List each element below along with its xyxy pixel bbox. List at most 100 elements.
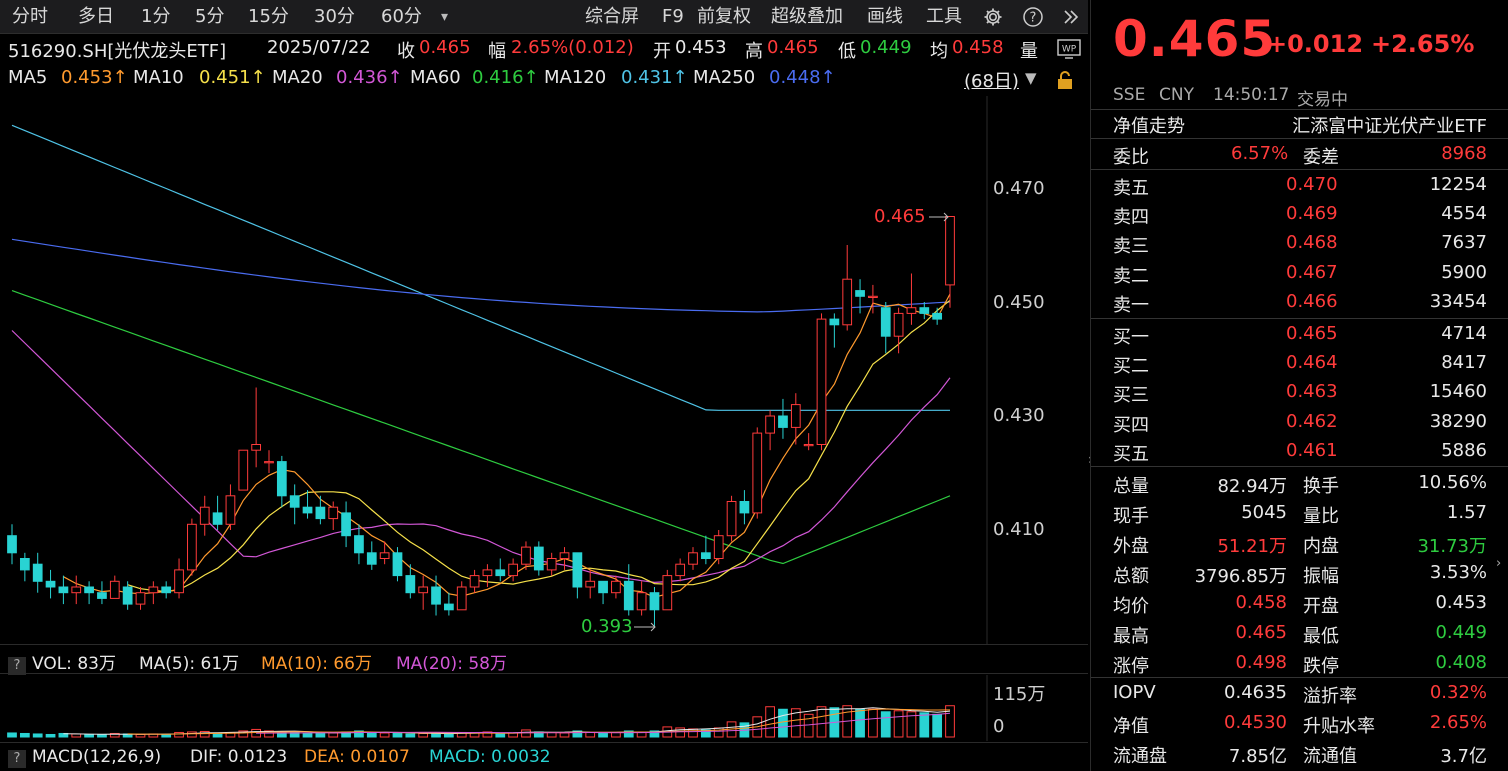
candlestick [688, 547, 698, 570]
volume-bar [187, 731, 197, 738]
period-tab-30min[interactable]: 30分 [314, 0, 355, 34]
volume-bar [713, 727, 724, 738]
stat-value: 3.53% [1429, 562, 1487, 583]
orderbook-row[interactable]: 买三 0.463 15460 [1091, 378, 1508, 407]
candlestick [289, 484, 300, 525]
period-tab-1min[interactable]: 1分 [141, 0, 170, 34]
period-tab-60min[interactable]: 60分 [381, 0, 422, 34]
chart-panel: 分时 多日 1分 5分 15分 30分 60分 ▾ 综合屏 F9 前复权 超级叠… [0, 0, 1088, 771]
range-value: 2.65%(0.012) [511, 37, 634, 58]
high-marker-arrow [929, 212, 949, 222]
help-icon[interactable]: ? [1020, 5, 1046, 29]
ma250-line [11, 238, 951, 313]
stat-label: 开盘 [1303, 596, 1339, 617]
stat-value: 5045 [1241, 502, 1287, 523]
stat-label: 涨停 [1113, 656, 1149, 677]
candlestick [713, 530, 724, 565]
quote-time: 14:50:17 [1213, 85, 1290, 105]
super-overlay-button[interactable]: 超级叠加 [771, 0, 843, 34]
nav-trend-label[interactable]: 净值走势 [1113, 112, 1185, 138]
stat-label: 均价 [1113, 596, 1149, 617]
orderbook-volume: 4554 [1441, 203, 1487, 225]
f9-button[interactable]: F9 [662, 0, 684, 34]
macd-legend-bar: ? MACD(12,26,9) DIF: 0.0123 DEA: 0.0107 M… [0, 742, 1088, 771]
volume-chart[interactable] [0, 675, 1088, 741]
tools-button[interactable]: 工具 [926, 0, 962, 34]
draw-line-button[interactable]: 画线 [867, 0, 903, 34]
orderbook-row[interactable]: 买五 0.461 5886 [1091, 437, 1508, 466]
volume-bar [495, 732, 506, 738]
ma60-value: 0.416↑ [472, 67, 539, 88]
stat-value: 0.453 [1435, 592, 1487, 613]
candlestick [45, 569, 56, 599]
macd-label: MACD(12,26,9) [32, 747, 162, 767]
orderbook-row[interactable]: 卖一 0.466 33454 [1091, 288, 1508, 317]
candlestick [662, 569, 673, 611]
orderbook-row[interactable]: 买二 0.464 8417 [1091, 349, 1508, 378]
orderbook-level-label: 卖五 [1113, 178, 1149, 199]
divider [1091, 138, 1508, 139]
stat-row: 流通盘 7.85亿 流通值 3.7亿 [1091, 739, 1508, 768]
orderbook-row[interactable]: 卖二 0.467 5900 [1091, 259, 1508, 288]
period-tab-multiday[interactable]: 多日 [78, 0, 114, 34]
orderbook-volume: 33454 [1429, 290, 1487, 312]
order-diff-label: 委差 [1303, 147, 1339, 168]
period-dropdown-icon[interactable]: ▾ [441, 0, 448, 34]
candlestick [174, 558, 184, 599]
nav-trend-row[interactable]: 净值走势 汇添富中证光伏产业ETF [1091, 109, 1508, 138]
volume-bar [880, 711, 891, 738]
candlestick [58, 575, 69, 605]
orderbook-row[interactable]: 买一 0.465 4714 [1091, 320, 1508, 349]
volume-bar [366, 731, 377, 738]
orderbook-level-label: 买二 [1113, 356, 1149, 378]
period-days-selector[interactable]: (68日) [964, 67, 1019, 93]
orderbook-volume: 12254 [1429, 174, 1487, 195]
vol-ma10-line [127, 708, 951, 735]
double-chevron-right-icon[interactable] [1058, 5, 1084, 29]
candlestick [932, 307, 943, 325]
orderbook-row[interactable]: 卖五 0.470 12254 [1091, 171, 1508, 200]
divider [1091, 169, 1508, 170]
volume-bar [84, 733, 94, 738]
candlestick [482, 564, 493, 587]
volume-bar [379, 732, 390, 738]
candlestick [379, 541, 390, 565]
vol-label: VOL: 83万 [32, 654, 116, 674]
orderbook-row[interactable]: 卖三 0.468 7637 [1091, 229, 1508, 258]
period-tab-5min[interactable]: 5分 [195, 0, 224, 34]
low-marker-arrow [634, 622, 656, 632]
wp-icon[interactable]: WP [1056, 38, 1082, 60]
period-tab-intraday[interactable]: 分时 [12, 0, 48, 34]
candlestick [585, 569, 596, 599]
adjust-price-button[interactable]: 前复权 [697, 0, 751, 34]
candlestick [726, 495, 737, 542]
ma120-label: MA120 [544, 67, 607, 88]
candlestick [919, 302, 930, 320]
composite-screen-button[interactable]: 综合屏 [585, 0, 639, 34]
orderbook-volume: 4714 [1441, 323, 1487, 344]
period-dropdown-triangle-icon[interactable]: ▼ [1025, 69, 1037, 87]
candlestick [444, 592, 454, 616]
lock-icon[interactable] [1052, 68, 1078, 92]
help-icon[interactable]: ? [8, 657, 26, 675]
candlestick [431, 575, 441, 616]
period-tab-15min[interactable]: 15分 [248, 0, 289, 34]
price-axis-label: 0.410 [993, 519, 1045, 540]
gear-icon[interactable] [980, 5, 1006, 29]
candlestick [32, 552, 43, 593]
scroll-arrow-icon[interactable]: › [1496, 556, 1508, 584]
candlestick [700, 535, 711, 565]
orderbook-volume: 38290 [1429, 410, 1487, 432]
candlestick [572, 552, 583, 599]
stat-label: 升贴水率 [1303, 716, 1375, 737]
candlestick [675, 558, 686, 582]
orderbook-row[interactable]: 买四 0.462 38290 [1091, 408, 1508, 437]
candlestick [816, 313, 827, 451]
volume-bar [32, 733, 43, 738]
last-price: 0.465 [1113, 10, 1277, 68]
vol-axis-zero: 0 [993, 716, 1005, 737]
help-icon[interactable]: ? [8, 750, 26, 768]
stat-row: 外盘 51.21万 内盘 31.73万 [1091, 529, 1508, 558]
orderbook-row[interactable]: 卖四 0.469 4554 [1091, 200, 1508, 229]
price-chart[interactable] [0, 96, 1088, 644]
